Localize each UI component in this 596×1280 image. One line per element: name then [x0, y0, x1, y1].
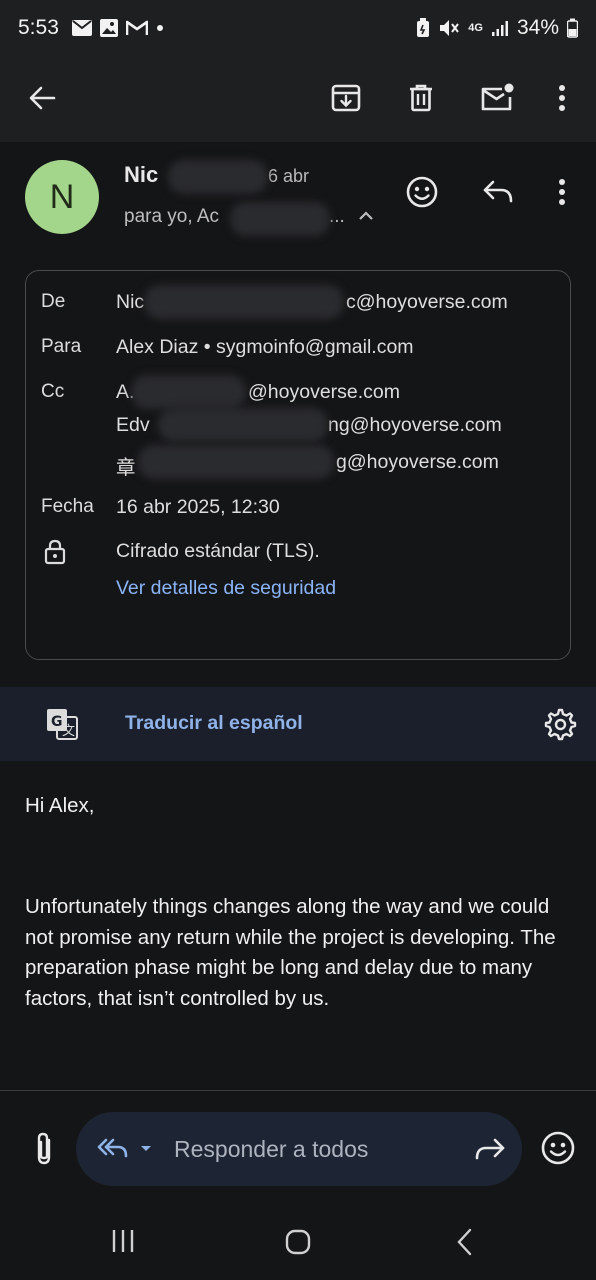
message-date: 6 abr [268, 166, 310, 186]
reply-all-icon [97, 1138, 151, 1158]
home-button[interactable] [284, 1228, 324, 1268]
security-details-link[interactable]: Ver detalles de seguridad [116, 577, 336, 600]
svg-text:文: 文 [62, 724, 75, 739]
reply-all-bar[interactable]: Responder a todos [76, 1112, 522, 1186]
reply-mode-button[interactable] [96, 1134, 156, 1169]
gear-icon [544, 708, 577, 741]
from-value-end[interactable]: c@hoyoverse.com [346, 291, 508, 314]
redacted-region [230, 202, 330, 236]
redacted-region [131, 375, 246, 409]
status-bar: 5:53 4G 34% [0, 0, 596, 56]
mail-notification-icon [72, 20, 92, 36]
recent-apps-button[interactable] [110, 1228, 150, 1268]
dot-notification-icon [157, 25, 163, 31]
emoji-icon [541, 1131, 575, 1165]
cc-2-start[interactable]: Edv [116, 414, 150, 437]
mark-unread-icon [481, 83, 514, 111]
battery-saver-icon [417, 18, 430, 37]
delete-button[interactable] [397, 74, 445, 122]
paperclip-icon [37, 1132, 51, 1165]
from-value-start[interactable]: Nic [116, 291, 144, 314]
signal-icon [491, 21, 508, 36]
translate-link[interactable]: Traducir al español [125, 712, 303, 735]
forward-icon [475, 1138, 505, 1160]
attach-button[interactable] [30, 1130, 60, 1170]
redacted-region [158, 408, 328, 442]
from-label: De [41, 291, 66, 312]
date-value: 16 abr 2025, 12:30 [116, 496, 280, 518]
recipients-summary[interactable]: para yo, Ac ... [124, 206, 345, 228]
status-time: 5:53 [18, 16, 59, 39]
cc-3-end[interactable]: g@hoyoverse.com [336, 451, 499, 474]
notification-icons [72, 19, 164, 37]
encryption-text: Cifrado estándar (TLS). [116, 540, 320, 562]
reply-all-placeholder[interactable]: Responder a todos [174, 1136, 368, 1163]
redacted-region [144, 285, 344, 319]
reply-icon [483, 180, 513, 203]
to-label: Para [41, 336, 82, 357]
forward-button[interactable] [474, 1136, 506, 1167]
message-paragraph: Unfortunately things changes along the w… [25, 895, 556, 1010]
sender-name[interactable]: Nic [124, 162, 158, 188]
cc-label: Cc [41, 381, 65, 402]
network-type: 4G [468, 22, 483, 34]
redacted-region [168, 160, 268, 194]
back-button[interactable] [18, 74, 66, 122]
emoji-icon [406, 176, 438, 208]
message-details-panel: De Nic c@hoyoverse.com Para Alex Diaz • … [25, 270, 571, 660]
battery-percent: 34% [516, 16, 559, 39]
recipients-ellipsis: ... [329, 206, 345, 227]
cc-2-end[interactable]: ng@hoyoverse.com [328, 414, 502, 437]
cc-3-start[interactable]: 章 [116, 451, 136, 480]
archive-button[interactable] [322, 74, 370, 122]
more-vert-icon [559, 85, 565, 111]
message-greeting: Hi Alex, [25, 794, 95, 817]
sender-avatar[interactable]: N [25, 160, 99, 234]
chevron-left-icon [457, 1228, 472, 1256]
more-vert-icon [559, 179, 565, 205]
message-more-button[interactable] [538, 168, 586, 216]
recipients-summary-text: para yo, Ac [124, 206, 220, 227]
back-arrow-icon [29, 86, 56, 110]
translate-settings-button[interactable] [541, 706, 581, 746]
gmail-notification-icon [126, 20, 148, 35]
date-label: Fecha [41, 496, 94, 517]
chevron-up-icon [359, 211, 373, 220]
top-toolbar [0, 56, 596, 142]
svg-text:G: G [51, 714, 63, 730]
lock-icon [44, 539, 66, 565]
reply-button[interactable] [474, 168, 522, 216]
collapse-details-button[interactable] [356, 206, 378, 228]
battery-icon [567, 18, 578, 38]
mark-unread-button[interactable] [473, 74, 521, 122]
home-icon [285, 1229, 311, 1255]
add-reaction-button[interactable] [398, 168, 446, 216]
to-value[interactable]: Alex Diaz • sygmoinfo@gmail.com [116, 336, 414, 359]
mute-icon [440, 20, 460, 36]
divider [0, 1090, 596, 1091]
image-notification-icon [100, 19, 118, 37]
translate-icon: G 文 [47, 709, 78, 740]
delete-icon [410, 84, 432, 112]
redacted-region [138, 445, 334, 479]
system-back-button[interactable] [455, 1228, 495, 1268]
emoji-reaction-button[interactable] [540, 1130, 578, 1168]
translate-bar: G 文 Traducir al español [0, 687, 596, 761]
cc-1-end[interactable]: @hoyoverse.com [248, 381, 400, 404]
more-options-button[interactable] [538, 74, 586, 122]
system-nav-bar [0, 1200, 596, 1280]
recent-apps-icon [112, 1230, 134, 1252]
archive-icon [331, 84, 361, 112]
